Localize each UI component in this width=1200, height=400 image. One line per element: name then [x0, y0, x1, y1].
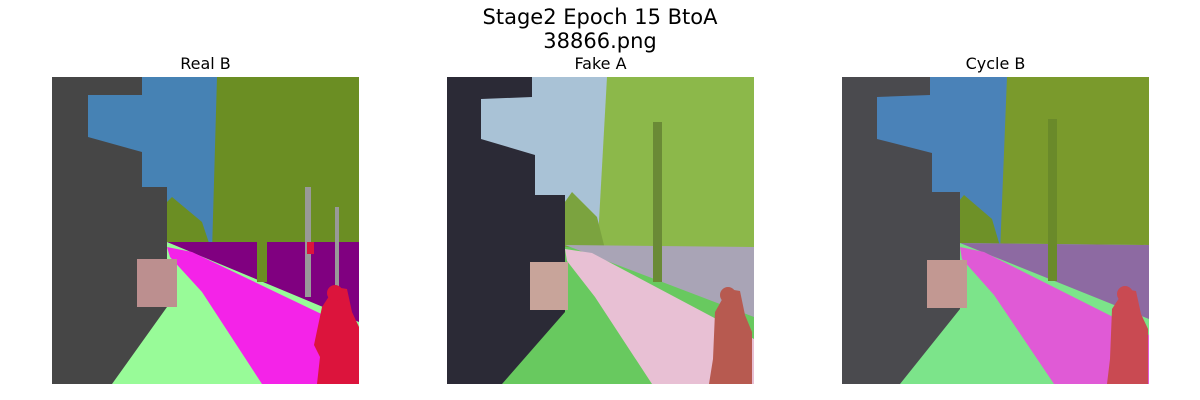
- panel-real-b: Real B: [52, 54, 359, 384]
- panel-title-real-b: Real B: [180, 54, 231, 73]
- panel-cycle-b: Cycle B: [842, 54, 1149, 384]
- fake-a-image: [447, 77, 754, 384]
- figure-subtitle: 38866.png: [543, 29, 657, 53]
- panel-title-cycle-b: Cycle B: [965, 54, 1026, 73]
- panel-title-fake-a: Fake A: [574, 54, 627, 73]
- figure-title: Stage2 Epoch 15 BtoA: [482, 5, 718, 29]
- cycle-b-image: [842, 77, 1149, 384]
- panel-fake-a: Fake A: [447, 54, 754, 384]
- real-b-image: [52, 77, 359, 384]
